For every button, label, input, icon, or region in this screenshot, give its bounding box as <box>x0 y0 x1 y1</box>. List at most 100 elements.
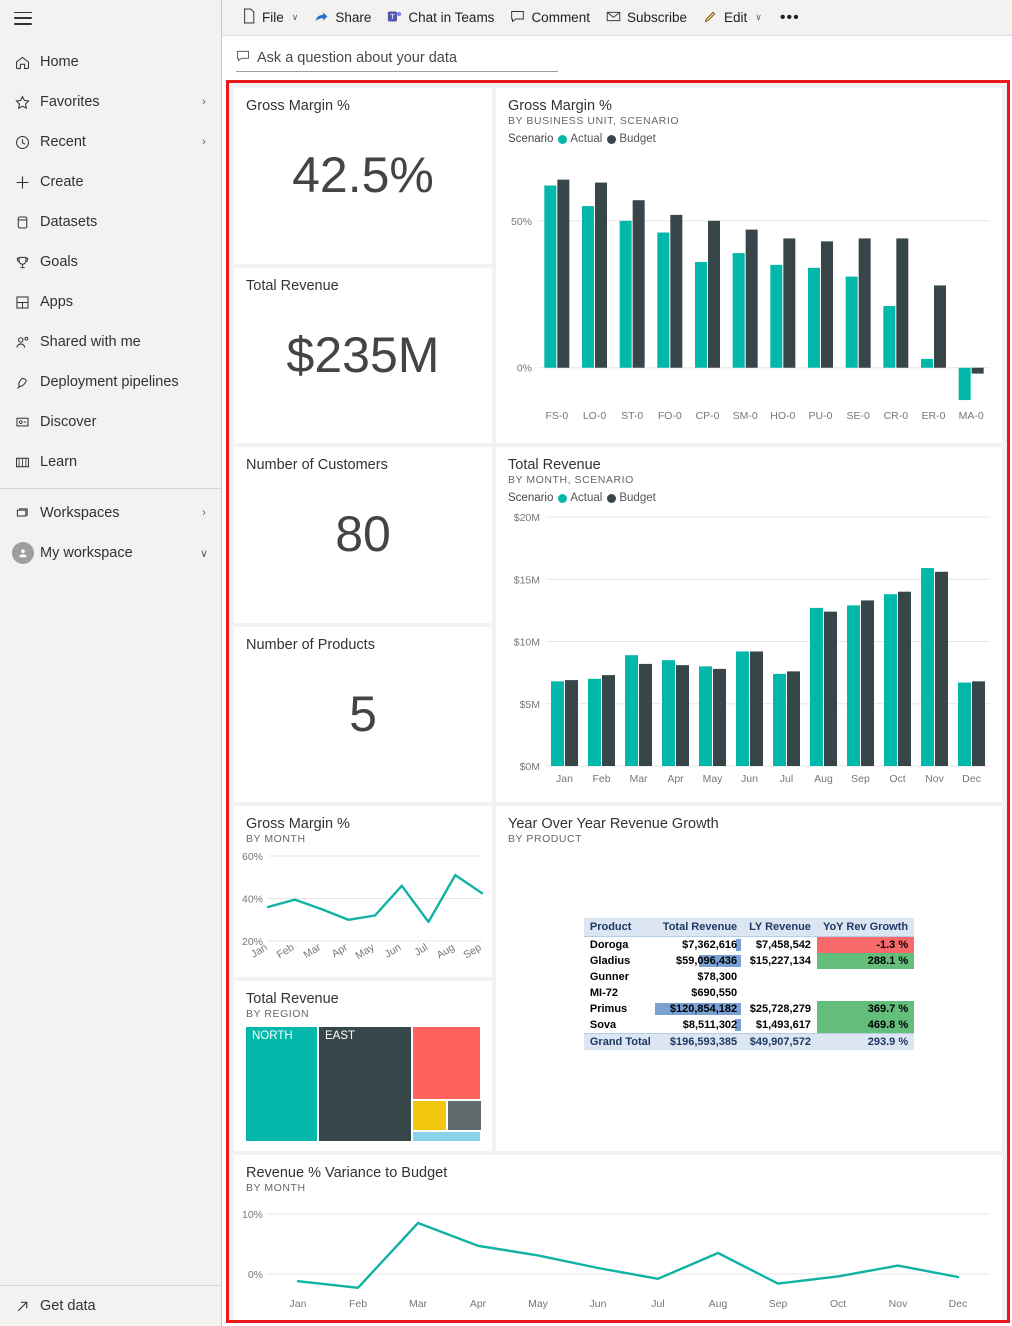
more-options-button[interactable]: ••• <box>770 9 810 27</box>
sidebar-item-deployment-pipelines[interactable]: Deployment pipelines <box>0 362 221 402</box>
yoy-column: Year Over Year Revenue Growth BY PRODUCT… <box>496 806 1002 1151</box>
bar-budget <box>935 571 948 766</box>
tile-subtitle: BY BUSINESS UNIT, SCENARIO <box>508 115 680 127</box>
tile-year-over-year-revenue-growth[interactable]: Year Over Year Revenue Growth BY PRODUCT… <box>496 806 1002 1151</box>
comment-button[interactable]: Comment <box>502 3 598 33</box>
x-axis-tick-label: Jul <box>780 773 793 785</box>
x-axis-tick-label: Jul <box>651 1298 664 1310</box>
treemap-cell[interactable] <box>448 1101 481 1130</box>
cell-ly-revenue: $25,728,279 <box>749 1003 811 1015</box>
legend-item-budget[interactable]: Budget <box>607 133 656 145</box>
sidebar-item-favorites[interactable]: Favorites › <box>0 82 221 122</box>
line-chart-svg: 0% 10% Jan Feb Mar Apr May Jun Jul Aug Sep Oct Nov De… <box>242 1209 988 1310</box>
x-axis-tick-label: Oct <box>830 1298 846 1310</box>
tile-gross-margin-by-business-unit[interactable]: Gross Margin % BY BUSINESS UNIT, SCENARI… <box>496 88 1002 443</box>
subscribe-label: Subscribe <box>626 10 687 25</box>
legend-item-budget[interactable]: Budget <box>607 492 656 504</box>
bar-actual <box>662 660 675 766</box>
x-axis-tick-label: May <box>528 1298 549 1310</box>
kpi-card-number-of-customers[interactable]: Number of Customers 80 <box>234 447 492 623</box>
bar-budget <box>676 665 689 766</box>
main-area: File ∨ Share T Chat in Teams Comment Sub… <box>222 0 1012 1326</box>
table-row[interactable]: MI-72 $690,550 <box>584 985 914 1001</box>
table-row[interactable]: Gladius $59,096,436 $15,227,134 288.1 % <box>584 953 915 969</box>
legend-swatch-budget <box>607 493 617 503</box>
kpi-card-total-revenue[interactable]: Total Revenue $235M <box>234 267 492 443</box>
table-column-header[interactable]: Product <box>583 918 657 937</box>
sidebar-item-home[interactable]: Home <box>0 42 221 82</box>
edit-button[interactable]: Edit ∨ <box>695 3 770 33</box>
kpi-card-gross-margin[interactable]: Gross Margin % 42.5% <box>234 88 492 264</box>
treemap-cell[interactable]: EAST <box>319 1027 411 1141</box>
tile-gross-margin-by-month[interactable]: Gross Margin % BY MONTH 20% 40% 60% Jan Feb M… <box>234 806 492 977</box>
hamburger-menu-icon[interactable] <box>14 11 32 25</box>
tile-total-revenue-by-region[interactable]: Total Revenue BY REGION NORTH EAST <box>234 981 492 1151</box>
tile-revenue-variance-to-budget[interactable]: Revenue % Variance to Budget BY MONTH 0%… <box>234 1155 1002 1320</box>
sidebar-item-workspaces[interactable]: Workspaces › <box>0 493 221 533</box>
edit-label: Edit <box>724 10 748 25</box>
dashboard-row-top: Gross Margin % 42.5% Total Revenue $235M… <box>234 88 1002 802</box>
bar-budget <box>898 591 911 766</box>
sidebar-item-learn[interactable]: Learn <box>0 442 221 482</box>
comment-icon <box>510 9 525 27</box>
sidebar-item-apps[interactable]: Apps <box>0 282 221 322</box>
x-axis-tick-label: May <box>353 941 377 962</box>
chevron-right-icon: › <box>202 136 206 148</box>
sidebar-item-goals[interactable]: Goals <box>0 242 221 282</box>
bar-budget <box>557 179 570 368</box>
x-axis-tick-label: Jan <box>290 1298 307 1310</box>
sidebar-item-label: Datasets <box>40 214 98 230</box>
kpi-card-number-of-products[interactable]: Number of Products 5 <box>234 626 492 802</box>
bar-actual <box>958 367 971 401</box>
sidebar-item-recent[interactable]: Recent › <box>0 122 221 162</box>
x-axis-tick-label: ST-0 <box>621 410 643 422</box>
subscribe-button[interactable]: Subscribe <box>598 3 695 33</box>
cell-yoy-growth: 288.1 % <box>816 953 915 969</box>
bar-budget <box>639 663 652 766</box>
cell-ly-revenue <box>743 969 817 985</box>
cell-product: Grand Total <box>583 1033 657 1050</box>
table-row[interactable]: Primus $120,854,182 $25,728,279 369.7 % <box>584 1001 915 1017</box>
table-column-header[interactable]: YoY Rev Growth <box>816 918 915 937</box>
x-axis-tick-label: Jun <box>590 1298 607 1310</box>
x-axis-tick-label: Dec <box>949 1298 968 1310</box>
x-axis-tick-label: FS-0 <box>545 410 568 422</box>
legend-item-actual[interactable]: Actual <box>558 133 602 145</box>
kpi-value: 42.5% <box>292 147 434 203</box>
sidebar-footer: Get data <box>0 1285 221 1326</box>
tile-title: Total Revenue <box>246 991 339 1007</box>
treemap-cell[interactable] <box>413 1132 480 1141</box>
table-row[interactable]: Sova $8,511,302 $1,493,617 469.8 % <box>584 1017 915 1034</box>
apps-grid-icon <box>14 294 40 311</box>
tile-total-revenue-by-month[interactable]: Total Revenue BY MONTH, SCENARIO Scenari… <box>496 447 1002 802</box>
legend-item-actual[interactable]: Actual <box>558 492 602 504</box>
sidebar-item-my-workspace[interactable]: My workspace ∨ <box>0 533 221 573</box>
x-axis-tick-label: CP-0 <box>696 410 720 422</box>
bar-budget <box>713 668 726 766</box>
sidebar-item-datasets[interactable]: Datasets <box>0 202 221 242</box>
svg-text:T: T <box>391 12 396 21</box>
treemap-cell[interactable]: NORTH <box>246 1027 317 1141</box>
table-column-header[interactable]: LY Revenue <box>743 918 817 937</box>
bar-budget <box>824 611 837 766</box>
file-button[interactable]: File ∨ <box>234 3 306 33</box>
sidebar-item-discover[interactable]: Discover <box>0 402 221 442</box>
sidebar-item-create[interactable]: Create <box>0 162 221 202</box>
legend-swatch-actual <box>558 493 568 503</box>
share-button[interactable]: Share <box>306 3 379 33</box>
legend-title: Scenario <box>508 492 554 504</box>
table-row[interactable]: Gunner $78,300 <box>584 969 914 985</box>
table-column-header[interactable]: Total Revenue <box>656 918 744 937</box>
treemap-cell[interactable] <box>413 1101 446 1130</box>
table-row[interactable]: Doroga $7,362,616 $7,458,542 -1.3 % <box>584 936 915 953</box>
sidebar-item-label: Favorites <box>40 94 100 110</box>
sidebar-item-get-data[interactable]: Get data <box>0 1286 221 1326</box>
chat-in-teams-button[interactable]: T Chat in Teams <box>379 3 502 33</box>
treemap-cell[interactable] <box>413 1027 480 1099</box>
sidebar-item-shared-with-me[interactable]: Shared with me <box>0 322 221 362</box>
teams-icon: T <box>387 9 402 27</box>
nav-divider <box>0 488 221 489</box>
cell-total-revenue: $120,854,182 <box>654 1001 743 1017</box>
qna-input[interactable]: Ask a question about your data <box>236 45 558 72</box>
cell-value: $120,854,182 <box>669 1003 738 1015</box>
